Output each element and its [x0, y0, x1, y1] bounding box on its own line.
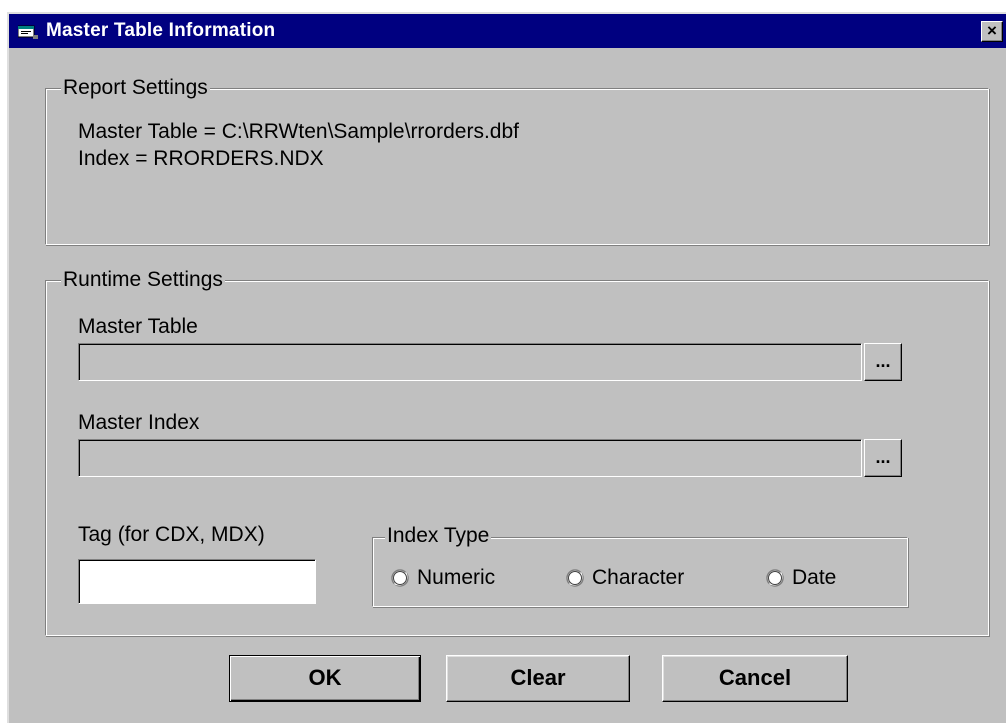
master-table-field[interactable]	[78, 343, 862, 381]
radio-button-icon[interactable]	[391, 569, 409, 587]
runtime-settings-group: Runtime Settings Master Table ... Master…	[45, 267, 989, 636]
report-settings-legend: Report Settings	[61, 75, 210, 101]
runtime-settings-legend: Runtime Settings	[61, 267, 225, 293]
radio-button-icon[interactable]	[566, 569, 584, 587]
master-index-label: Master Index	[78, 411, 200, 434]
cancel-button[interactable]: Cancel	[662, 655, 848, 702]
radio-character[interactable]: Character	[566, 565, 684, 591]
close-button[interactable]: ×	[981, 21, 1003, 42]
index-info: Index = RRORDERS.NDX	[78, 147, 324, 170]
report-settings-group: Report Settings Master Table = C:\RRWten…	[45, 75, 989, 245]
close-icon: ×	[987, 21, 997, 40]
master-table-dialog: Master Table Information × Report Settin…	[7, 12, 1006, 723]
master-table-info: Master Table = C:\RRWten\Sample\rrorders…	[78, 120, 519, 143]
tag-label: Tag (for CDX, MDX)	[78, 523, 265, 546]
radio-numeric-label: Numeric	[417, 566, 496, 589]
radio-date[interactable]: Date	[766, 565, 836, 591]
index-type-group: Index Type Numeric Character Date	[372, 523, 908, 607]
radio-button-icon[interactable]	[766, 569, 784, 587]
index-type-legend: Index Type	[385, 523, 492, 549]
tag-input[interactable]	[78, 559, 316, 604]
ok-button[interactable]: OK	[229, 655, 421, 702]
clear-button[interactable]: Clear	[446, 655, 630, 702]
app-window-icon	[18, 25, 38, 39]
window-title: Master Table Information	[46, 20, 276, 41]
master-index-browse-button[interactable]: ...	[864, 439, 902, 477]
master-table-label: Master Table	[78, 315, 198, 338]
radio-date-label: Date	[792, 566, 837, 589]
radio-character-label: Character	[592, 566, 685, 589]
master-table-browse-button[interactable]: ...	[864, 343, 902, 381]
master-index-field[interactable]	[78, 439, 862, 477]
title-bar[interactable]: Master Table Information ×	[9, 14, 1006, 48]
radio-numeric[interactable]: Numeric	[391, 565, 495, 591]
